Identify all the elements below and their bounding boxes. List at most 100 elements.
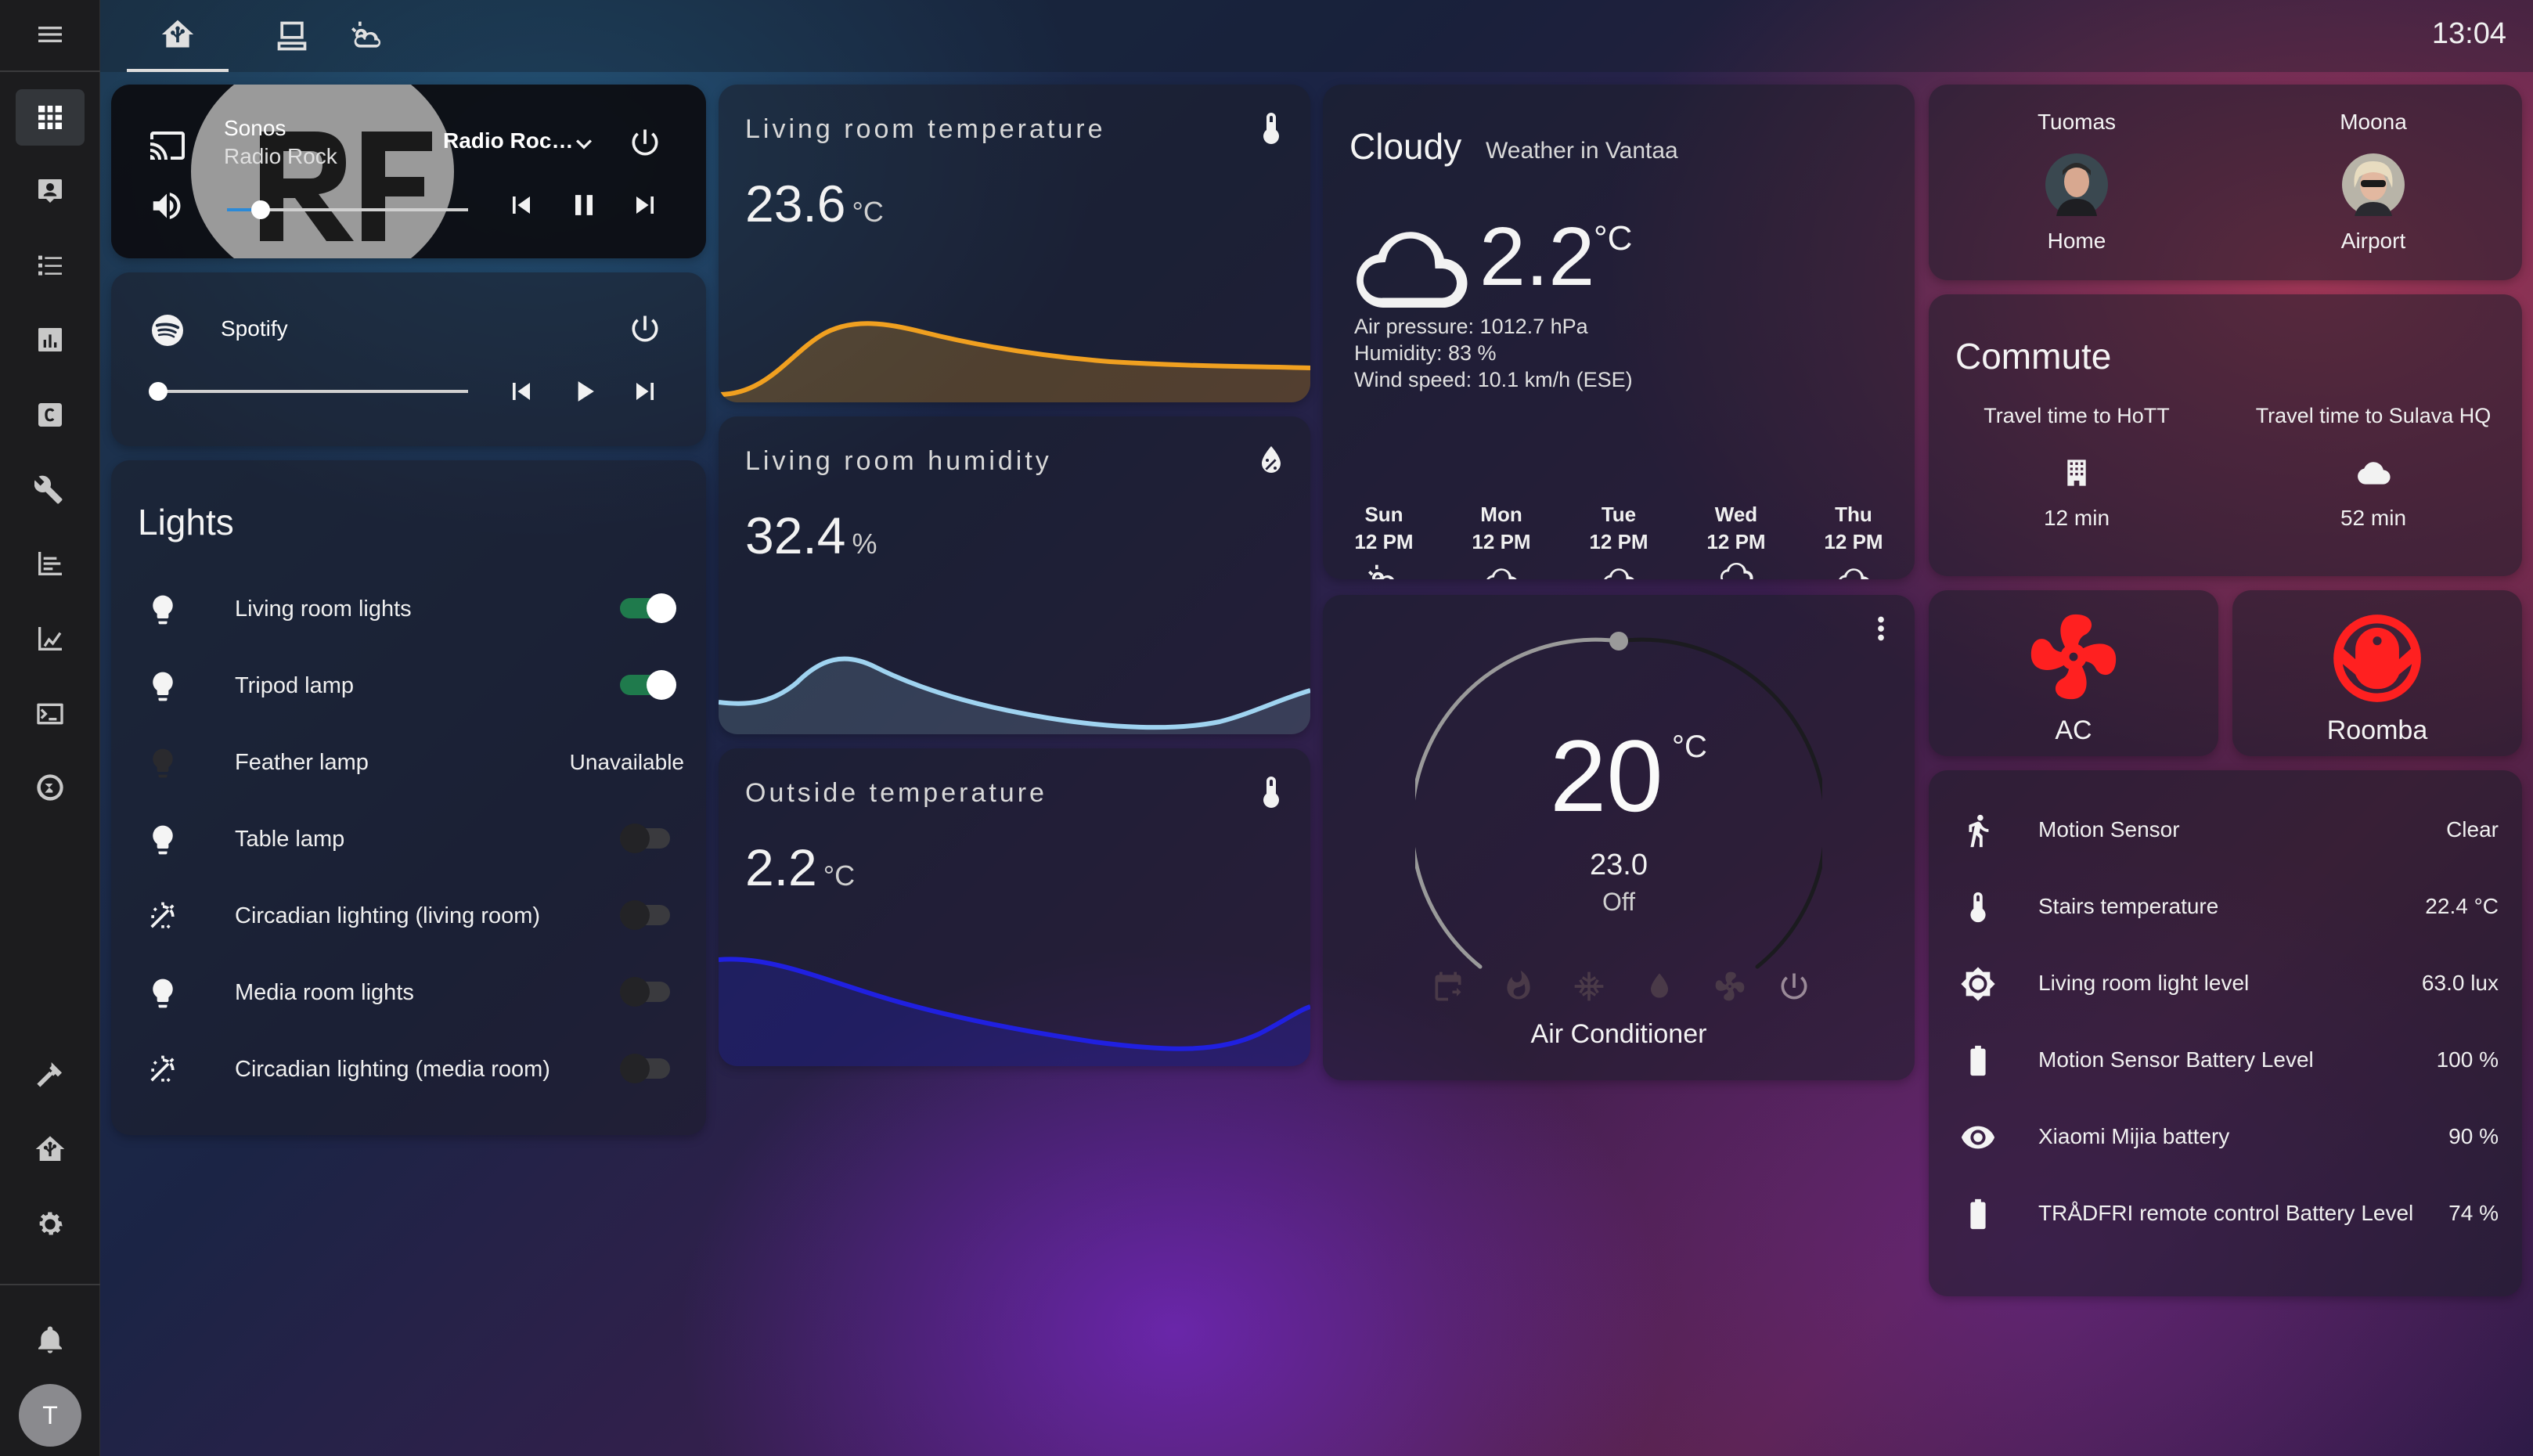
water-icon[interactable] xyxy=(1642,969,1677,1004)
media-player-name: Sonos xyxy=(224,116,286,140)
light-row[interactable]: Tripod lamp xyxy=(111,647,706,723)
lightbulb-icon xyxy=(153,595,173,625)
next-track-icon[interactable] xyxy=(628,188,662,222)
entity-row[interactable]: Stairs temperature 22.4 °C xyxy=(1929,867,2522,944)
thermostat-card[interactable]: 20 °C 23.0 Off Air Conditioner xyxy=(1323,595,1915,1080)
entity-row[interactable]: Xiaomi Mijia battery 90 % xyxy=(1929,1097,2522,1174)
sensor-card-living-temp[interactable]: Living room temperature 23.6 °C xyxy=(719,85,1310,402)
terminal-icon[interactable] xyxy=(16,686,85,742)
ac-button-card[interactable]: AC xyxy=(1929,590,2218,756)
entity-row[interactable]: Living room light level 63.0 lux xyxy=(1929,944,2522,1021)
weather-card[interactable]: Cloudy Weather in Vantaa 2.2 °C Air pres… xyxy=(1323,85,1915,579)
overview-grid-icon[interactable] xyxy=(16,89,85,146)
history-chart-icon[interactable] xyxy=(16,312,85,368)
thermometer-icon xyxy=(1263,113,1279,144)
light-toggle[interactable] xyxy=(620,593,676,623)
person-name: Moona xyxy=(2340,110,2407,134)
logbook-list-icon[interactable] xyxy=(16,238,85,294)
play-icon[interactable] xyxy=(567,374,601,409)
power-icon[interactable] xyxy=(628,125,662,160)
brightness-icon xyxy=(1961,967,1995,1001)
light-row[interactable]: Media room lights xyxy=(111,953,706,1030)
sensor-card-outside-temp[interactable]: Outside temperature 2.2 °C xyxy=(719,748,1310,1066)
cast-icon[interactable] xyxy=(149,127,186,164)
lightbulb-icon xyxy=(153,748,173,778)
forecast-day: Mon12 PM2.7 °C xyxy=(1454,503,1548,579)
next-track-icon[interactable] xyxy=(628,374,662,409)
zwave-icon[interactable] xyxy=(16,759,85,816)
snowflake-icon[interactable] xyxy=(1572,969,1606,1004)
thermometer-icon xyxy=(1263,777,1279,808)
light-row[interactable]: Circadian lighting (media room) xyxy=(111,1030,706,1107)
water-percent-icon xyxy=(1262,446,1281,473)
light-row[interactable]: Feather lamp Unavailable xyxy=(111,723,706,800)
energy-list-icon[interactable] xyxy=(16,535,85,592)
entity-row[interactable]: TRÅDFRI remote control Battery Level 74 % xyxy=(1929,1174,2522,1251)
home-assistant-icon[interactable] xyxy=(16,1121,85,1177)
battery-icon xyxy=(1970,1045,1986,1076)
media-source: Radio Rock xyxy=(224,144,337,168)
forecast-day-name: Mon xyxy=(1480,503,1522,526)
pause-icon[interactable] xyxy=(567,188,601,222)
commute-item-sulava[interactable]: Travel time to Sulava HQ 52 min xyxy=(2225,404,2522,560)
light-name: Feather lamp xyxy=(235,750,369,775)
light-name: Living room lights xyxy=(235,596,412,622)
fan-icon[interactable] xyxy=(1713,969,1747,1004)
cloudy-icon xyxy=(1357,232,1468,308)
tab-weather[interactable] xyxy=(316,0,418,72)
menu-icon[interactable] xyxy=(16,6,85,63)
thermometer-icon xyxy=(1970,892,1986,923)
more-options-icon[interactable] xyxy=(1863,611,1899,647)
calendar-sync-icon[interactable] xyxy=(1431,969,1465,1004)
chevron-down-icon[interactable] xyxy=(568,128,600,160)
lightbulb-icon xyxy=(153,825,173,855)
office-building-icon xyxy=(2067,460,2086,486)
tab-home[interactable] xyxy=(127,0,229,72)
power-icon[interactable] xyxy=(628,312,662,346)
light-toggle[interactable] xyxy=(620,977,676,1007)
settings-gear-icon[interactable] xyxy=(16,1196,85,1252)
entity-name: Motion Sensor xyxy=(2038,817,2180,842)
person-tuomas[interactable]: Tuomas Home xyxy=(1929,85,2225,280)
previous-track-icon[interactable] xyxy=(504,188,539,222)
map-account-icon[interactable] xyxy=(16,163,85,219)
light-toggle[interactable] xyxy=(620,670,676,700)
humidity-sparkline xyxy=(719,656,1310,734)
light-toggle[interactable] xyxy=(620,824,676,853)
source-select[interactable]: Radio Roc… xyxy=(443,128,573,153)
forecast-day: Thu12 PM5.7 °C xyxy=(1807,503,1901,579)
roomba-button-card[interactable]: Roomba xyxy=(2232,590,2522,756)
user-avatar[interactable]: T xyxy=(19,1384,81,1447)
statistics-chart-icon[interactable] xyxy=(16,611,85,667)
light-row[interactable]: Circadian lighting (living room) xyxy=(111,877,706,953)
sensor-value: 32.4% xyxy=(745,506,877,564)
card-title: Lights xyxy=(138,502,234,542)
light-row[interactable]: Living room lights xyxy=(111,570,706,647)
calendar-c-icon[interactable] xyxy=(16,387,85,443)
entity-row[interactable]: Motion Sensor Clear xyxy=(1929,791,2522,867)
commute-value: 52 min xyxy=(2340,506,2407,530)
fire-icon[interactable] xyxy=(1501,969,1536,1004)
sensor-title: Living room humidity xyxy=(745,446,1052,476)
light-toggle[interactable] xyxy=(620,1054,676,1083)
previous-track-icon[interactable] xyxy=(504,374,539,409)
sidebar: T xyxy=(0,0,100,1456)
person-moona[interactable]: Moona Airport xyxy=(2225,85,2522,280)
hammer-icon[interactable] xyxy=(16,1046,85,1102)
current-temp: 23.0 xyxy=(1590,849,1648,881)
power-icon[interactable] xyxy=(1777,969,1811,1004)
eye-icon xyxy=(1961,1126,1995,1149)
volume-icon[interactable] xyxy=(149,188,185,224)
commute-item-hott[interactable]: Travel time to HoTT 12 min xyxy=(1929,404,2225,560)
notifications-bell-icon[interactable] xyxy=(16,1312,85,1368)
light-row[interactable]: Table lamp xyxy=(111,800,706,877)
entity-row[interactable]: Motion Sensor Battery Level 100 % xyxy=(1929,1021,2522,1097)
wrench-icon[interactable] xyxy=(16,462,85,518)
volume-slider[interactable] xyxy=(227,200,468,219)
volume-slider[interactable] xyxy=(149,382,468,401)
light-toggle[interactable] xyxy=(620,900,676,930)
sensor-card-living-humidity[interactable]: Living room humidity 32.4% xyxy=(719,416,1310,734)
entity-name: Stairs temperature xyxy=(2038,894,2219,918)
walk-icon xyxy=(1969,814,1989,848)
entity-name: Motion Sensor Battery Level xyxy=(2038,1047,2314,1072)
